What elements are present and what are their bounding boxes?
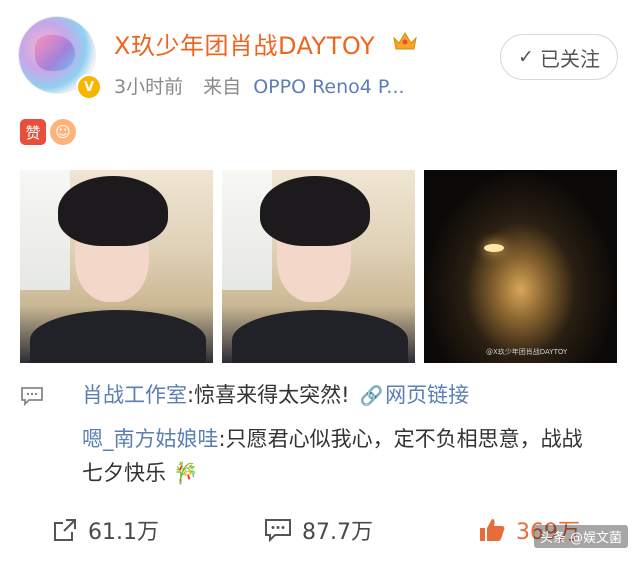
source-watermark: 头条 @娱文菌 [533, 525, 628, 548]
comment-bubble-icon [21, 387, 43, 406]
comment-line-3: 七夕快乐 🎋 [82, 456, 199, 490]
post-source: OPPO Reno4 P... [253, 76, 405, 98]
photo-shirt [30, 310, 206, 363]
face-emoji-icon: ☺ [50, 119, 76, 145]
comment-author[interactable]: 嗯_南方姑娘哇 [82, 427, 219, 451]
comment-text: :只愿君心似我心，定不负相思意，战战 [218, 427, 583, 451]
comment-line-1: 肖战工作室:惊喜来得太突然! 🔗网页链接 [82, 378, 469, 413]
post-photo-3[interactable]: @X玖少年团肖战DAYTOY [424, 170, 617, 363]
avatar-art [35, 35, 75, 71]
web-link[interactable]: 🔗网页链接 [360, 383, 470, 407]
photo-hair [58, 176, 168, 246]
bamboo-emoji-icon: 🎋 [172, 461, 199, 485]
post-photo-2[interactable] [222, 170, 415, 363]
check-icon: ✓ [518, 46, 534, 68]
post-meta: 3小时前 来自 OPPO Reno4 P... [114, 72, 405, 99]
follow-button[interactable]: ✓ 已关注 [500, 34, 618, 80]
photo-shirt [232, 310, 408, 363]
light-glow [484, 244, 504, 252]
post-time: 3小时前 [114, 76, 184, 98]
post-photo-1[interactable] [20, 170, 213, 363]
web-link-label: 网页链接 [385, 383, 470, 407]
zan-emoji-icon: 赞 [20, 119, 46, 145]
comment-line-2: 嗯_南方姑娘哇:只愿君心似我心，定不负相思意，战战 [82, 422, 583, 456]
from-label: 来自 [203, 76, 242, 98]
share-count: 61.1万 [88, 520, 159, 545]
verified-badge-icon: V [76, 74, 102, 100]
share-icon [54, 519, 76, 541]
comment-author[interactable]: 肖战工作室 [82, 383, 187, 407]
link-icon: 🔗 [359, 385, 384, 407]
username[interactable]: X玖少年团肖战DAYTOY [114, 26, 375, 61]
comment-text: 七夕快乐 [82, 461, 166, 485]
comment-button[interactable]: 87.7万 [264, 514, 373, 546]
comment-count: 87.7万 [302, 520, 373, 545]
crown-icon [393, 32, 417, 50]
photo-watermark: @X玖少年团肖战DAYTOY [486, 348, 568, 356]
photo-hair [260, 176, 370, 246]
comment-text: :惊喜来得太突然! [187, 383, 350, 407]
avatar-container[interactable]: V [18, 16, 102, 100]
post-text-emojis: 赞 ☺ [20, 119, 76, 145]
comment-icon [265, 519, 291, 542]
follow-label: 已关注 [539, 46, 600, 71]
share-button[interactable]: 61.1万 [52, 514, 159, 546]
thumbs-up-icon [480, 519, 505, 541]
